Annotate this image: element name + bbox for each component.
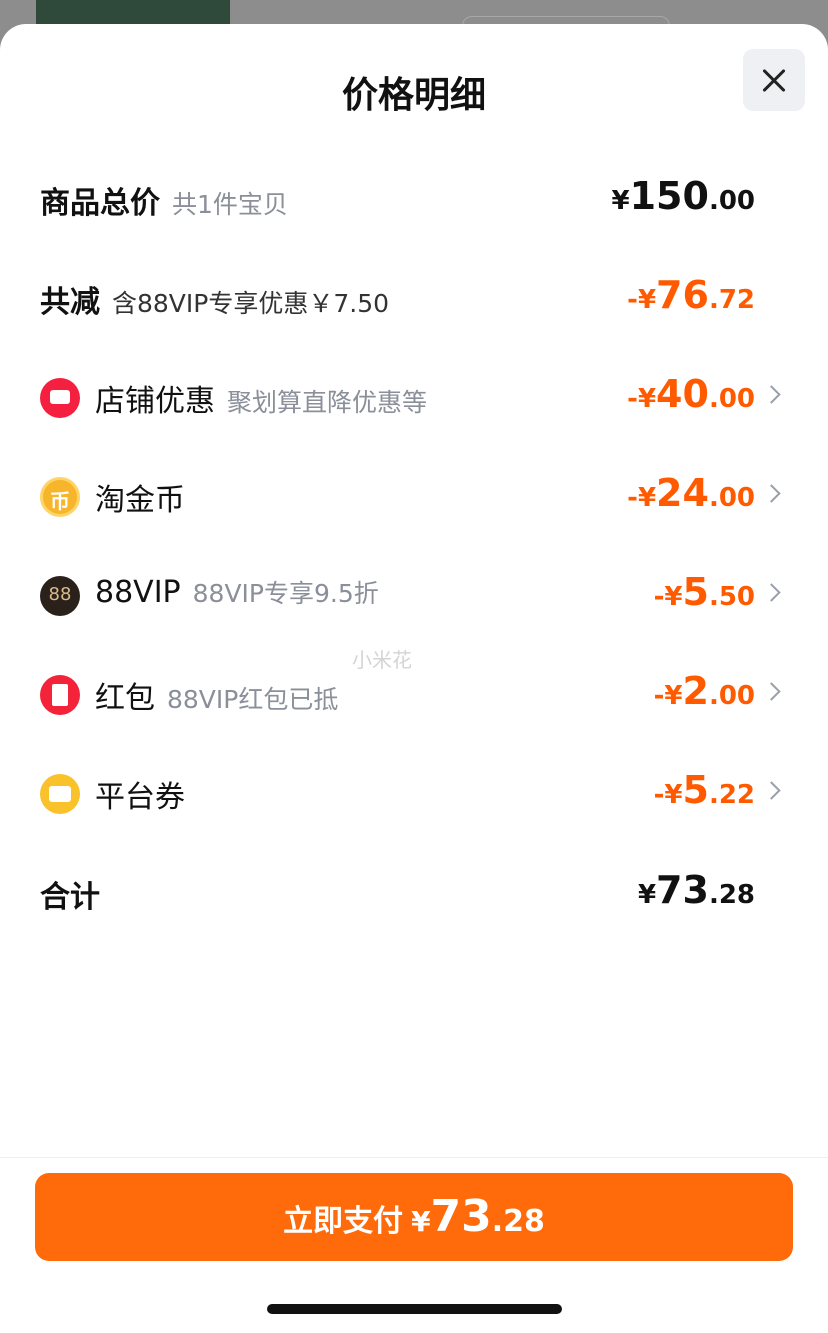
row-sub: 共1件宝贝 [172, 190, 288, 219]
row-label: 红包 88VIP红包已抵 [95, 681, 339, 716]
close-icon[interactable] [743, 49, 805, 111]
home-indicator[interactable] [267, 1304, 562, 1314]
row-88vip[interactable]: 88 88VIP 88VIP专享9.5折 -¥5.50 [0, 566, 828, 626]
price-detail-sheet: 价格明细 商品总价 共1件宝贝 ¥150.00 共减 含88VIP专享优惠￥7.50… [0, 24, 828, 1333]
hongbao-amount: -¥2.00 [653, 669, 755, 713]
chevron-right-icon [762, 583, 781, 602]
vip-discount-amount: -¥5.50 [653, 570, 755, 614]
row-label: 淘金币 [95, 483, 185, 518]
row-hongbao[interactable]: 红包 88VIP红包已抵 -¥2.00 [0, 665, 828, 725]
sum-amount: ¥73.28 [637, 868, 755, 912]
vip-88-icon: 88 [40, 576, 80, 616]
sheet-title: 价格明细 [341, 75, 486, 116]
coupon-icon [40, 774, 80, 814]
total-price-amount: ¥150.00 [611, 174, 755, 218]
row-sub: 88VIP专享9.5折 [192, 579, 379, 608]
row-total-price: 商品总价 共1件宝贝 ¥150.00 [0, 170, 828, 230]
store-icon [40, 378, 80, 418]
pay-button-text: 立即支付 ¥73.28 [283, 1191, 545, 1242]
taojinbi-amount: -¥24.00 [627, 471, 755, 515]
chevron-right-icon [762, 781, 781, 800]
row-sub: 含88VIP专享优惠￥7.50 [112, 289, 390, 318]
row-label: 商品总价 共1件宝贝 [40, 186, 288, 221]
coin-icon: 币 [40, 477, 80, 517]
coupon-amount: -¥5.22 [653, 768, 755, 812]
row-label: 合计 [40, 880, 100, 915]
row-sum: 合计 ¥73.28 [0, 864, 828, 924]
row-label: 店铺优惠 聚划算直降优惠等 [95, 384, 428, 419]
chevron-right-icon [762, 484, 781, 503]
row-sub: 88VIP红包已抵 [167, 685, 339, 714]
store-discount-amount: -¥40.00 [627, 372, 755, 416]
chevron-right-icon [762, 385, 781, 404]
row-sub: 聚划算直降优惠等 [227, 388, 428, 417]
row-total-reduction: 共减 含88VIP专享优惠￥7.50 -¥76.72 [0, 269, 828, 329]
row-store-discount[interactable]: 店铺优惠 聚划算直降优惠等 -¥40.00 [0, 368, 828, 428]
red-envelope-icon [40, 675, 80, 715]
pay-now-button[interactable]: 立即支付 ¥73.28 [35, 1173, 793, 1261]
row-platform-coupon[interactable]: 平台券 -¥5.22 [0, 764, 828, 824]
chevron-right-icon [762, 682, 781, 701]
footer-bar: 立即支付 ¥73.28 [0, 1157, 828, 1333]
row-label: 88VIP 88VIP专享9.5折 [95, 575, 379, 610]
row-label: 平台券 [95, 780, 185, 815]
row-label: 共减 含88VIP专享优惠￥7.50 [40, 285, 390, 320]
total-reduction-amount: -¥76.72 [627, 273, 755, 317]
row-taojinbi[interactable]: 币 淘金币 -¥24.00 [0, 467, 828, 527]
